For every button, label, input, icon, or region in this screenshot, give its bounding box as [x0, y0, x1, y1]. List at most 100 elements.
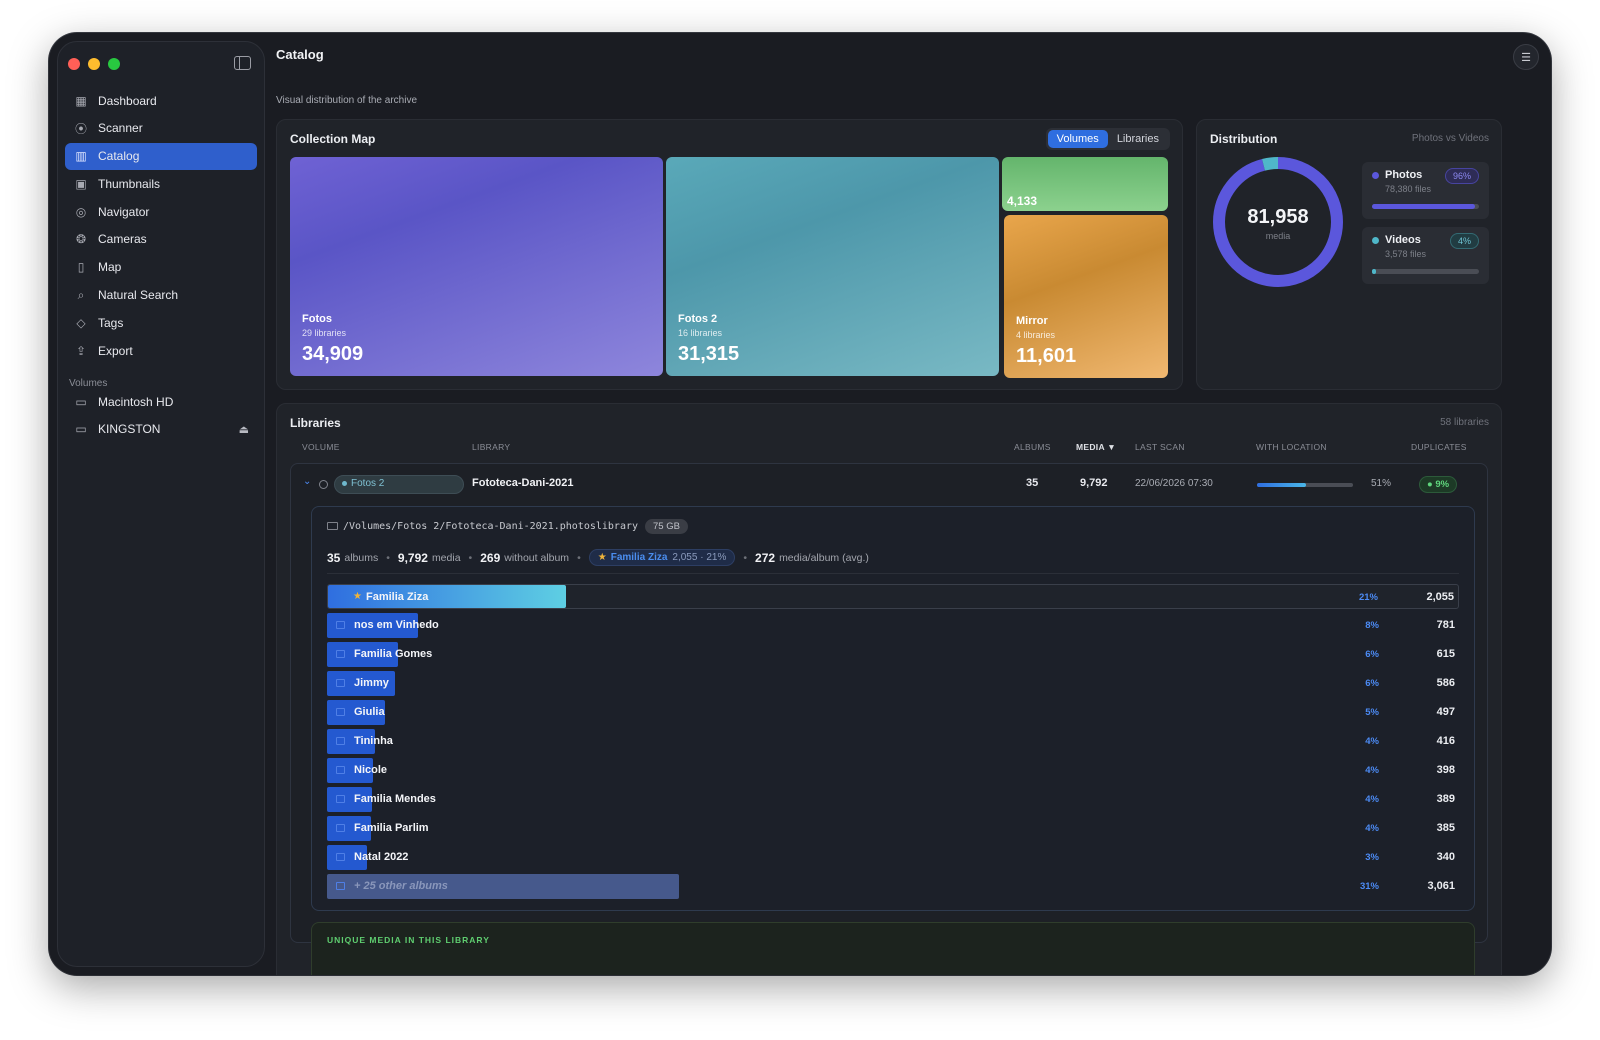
legend-progress [1372, 269, 1479, 274]
stat-avg-l: media/album (avg.) [779, 551, 869, 564]
tile-name: Fotos [302, 313, 332, 325]
album-bar-row[interactable]: Nicole 4% 398 [327, 758, 1459, 783]
col-header-volume[interactable]: VOLUME [302, 442, 340, 452]
album-bar-row[interactable]: Jimmy 6% 586 [327, 671, 1459, 696]
album-pct: 6% [1365, 649, 1379, 660]
album-bar-row[interactable]: ★ Familia Ziza 21% 2,055 [327, 584, 1459, 609]
album-icon [336, 795, 345, 803]
album-bar-row[interactable]: Tininha 4% 416 [327, 729, 1459, 754]
zoom-window-button[interactable] [108, 58, 120, 70]
album-icon [336, 621, 345, 629]
toggle-libraries[interactable]: Libraries [1108, 130, 1168, 148]
album-name: Natal 2022 [354, 851, 409, 863]
tile-sub: 16 libraries [678, 328, 723, 338]
col-header-duplicates[interactable]: DUPLICATES [1411, 442, 1467, 452]
chevron-down-icon[interactable]: ⌄ [303, 476, 311, 487]
drive-icon: ▭ [75, 394, 87, 409]
col-header-last-scan[interactable]: LAST SCAN [1135, 442, 1185, 452]
album-bar-row[interactable]: Familia Parlim 4% 385 [327, 816, 1459, 841]
distribution-title: Distribution [1210, 132, 1278, 146]
unique-media-label: UNIQUE MEDIA IN THIS LIBRARY [327, 935, 490, 945]
sidebar-item-label: Catalog [98, 149, 140, 164]
treemap-tile-mirror[interactable]: Mirror 4 libraries 11,601 [1004, 215, 1168, 378]
photos-icon: ▣ [75, 176, 87, 191]
album-bar-row[interactable]: Familia Mendes 4% 389 [327, 787, 1459, 812]
album-pct: 4% [1365, 765, 1379, 776]
top-album-info: 2,055 · 21% [672, 552, 727, 563]
top-album-pill[interactable]: ★ Familia Ziza 2,055 · 21% [588, 549, 736, 566]
treemap-tile-fotos-2[interactable]: Fotos 2 16 libraries 31,315 [666, 157, 999, 376]
distribution-card: Distribution Photos vs Videos 81,958 med… [1196, 119, 1502, 390]
legend-name: Videos [1385, 234, 1421, 246]
sidebar-volume-kingston[interactable]: ▭ KINGSTON ⏏ [65, 416, 257, 443]
libraries-title: Libraries [290, 416, 341, 430]
album-count: 416 [1436, 735, 1455, 747]
album-count: 398 [1436, 764, 1455, 776]
top-album-name: Familia Ziza [610, 552, 668, 563]
col-header-media[interactable]: MEDIA ▼ [1076, 442, 1116, 452]
star-icon: ★ [353, 591, 362, 602]
sidebar: ▦ Dashboard ⦿ Scanner ▥ Catalog ▣ Thumbnails ◎ Na… [57, 41, 265, 967]
album-icon [336, 824, 345, 832]
eject-icon[interactable]: ⏏ [239, 423, 249, 436]
treemap-tile-fotos[interactable]: Fotos 29 libraries 34,909 [290, 157, 663, 376]
select-radio[interactable] [319, 480, 328, 489]
album-name: Familia Mendes [354, 793, 436, 805]
broadcast-icon: ⦿ [74, 121, 87, 136]
col-header-library[interactable]: LIBRARY [472, 442, 510, 452]
treemap-tile-small[interactable]: 4,133 [1002, 157, 1168, 211]
col-header-with-location[interactable]: WITH LOCATION [1256, 442, 1327, 452]
album-bar-row[interactable]: nos em Vinhedo 8% 781 [327, 613, 1459, 638]
legend-name: Photos [1385, 169, 1423, 181]
album-count: 2,055 [1426, 591, 1454, 603]
tile-value: 11,601 [1016, 345, 1077, 367]
donut-total-label: media [1265, 231, 1291, 241]
filter-button[interactable]: ☰ [1513, 44, 1539, 70]
sidebar-item-scanner[interactable]: ⦿ Scanner [65, 115, 257, 142]
legend-videos[interactable]: Videos 3,578 files 4% [1362, 227, 1489, 284]
sidebar-item-label: Thumbnails [98, 176, 161, 191]
share-icon: ⇪ [75, 343, 87, 358]
sidebar-nav: ▦ Dashboard ⦿ Scanner ▥ Catalog ▣ Thumbnails ◎ Na… [65, 87, 257, 365]
sidebar-item-natural-search[interactable]: ⌕ Natural Search [65, 282, 257, 309]
album-count: 586 [1436, 677, 1455, 689]
album-bar-row[interactable]: Giulia 5% 497 [327, 700, 1459, 725]
search-icon: ⌕ [77, 287, 85, 302]
sidebar-item-thumbnails[interactable]: ▣ Thumbnails [65, 170, 257, 197]
sidebar-volume-macintosh-hd[interactable]: ▭ Macintosh HD [65, 388, 257, 415]
sidebar-item-map[interactable]: ▯ Map [65, 254, 257, 281]
tile-value: 4,133 [1007, 194, 1038, 208]
sidebar-item-tags[interactable]: ◇ Tags [65, 309, 257, 336]
volume-name: Fotos 2 [351, 478, 385, 489]
legend-progress [1372, 204, 1479, 209]
view-toggle: Volumes Libraries [1045, 128, 1170, 150]
library-stats: 35 albums • 9,792 media • 269 without album… [327, 549, 869, 566]
library-row-header[interactable]: ⌄ Fotos 2 Fototeca-Dani-2021 35 9,792 22… [291, 464, 1487, 504]
close-window-button[interactable] [68, 58, 80, 70]
album-icon [336, 853, 345, 861]
legend-photos[interactable]: Photos 78,380 files 96% [1362, 162, 1489, 219]
sidebar-toggle-icon[interactable] [234, 56, 251, 70]
volumes-list: ▭ Macintosh HD ▭ KINGSTON ⏏ [65, 388, 257, 444]
album-bar-row[interactable]: + 25 other albums 31% 3,061 [327, 874, 1459, 899]
album-icon [336, 882, 345, 890]
stat-avg-n: 272 [755, 550, 776, 565]
album-bar-row[interactable]: Natal 2022 3% 340 [327, 845, 1459, 870]
album-icon [336, 766, 345, 774]
library-path[interactable]: /Volumes/Fotos 2/Fototeca-Dani-2021.phot… [343, 521, 638, 532]
sidebar-item-dashboard[interactable]: ▦ Dashboard [65, 87, 257, 114]
sidebar-item-export[interactable]: ⇪ Export [65, 337, 257, 364]
window-controls [68, 58, 120, 70]
legend-pct-badge: 4% [1449, 233, 1479, 249]
location-progress [1257, 483, 1353, 487]
collection-map-card: Collection Map Volumes Libraries Fotos 2… [276, 119, 1183, 390]
toggle-volumes[interactable]: Volumes [1047, 130, 1108, 148]
col-header-albums[interactable]: ALBUMS [1014, 442, 1051, 452]
sidebar-item-catalog[interactable]: ▥ Catalog [65, 142, 257, 170]
album-bar-row[interactable]: Familia Gomes 6% 615 [327, 642, 1459, 667]
minimize-window-button[interactable] [88, 58, 100, 70]
sidebar-item-navigator[interactable]: ◎ Navigator [65, 198, 257, 225]
tag-icon: ◇ [76, 315, 86, 330]
sidebar-item-cameras[interactable]: ❂ Cameras [65, 226, 257, 253]
catalog-icon: ▥ [75, 149, 87, 164]
